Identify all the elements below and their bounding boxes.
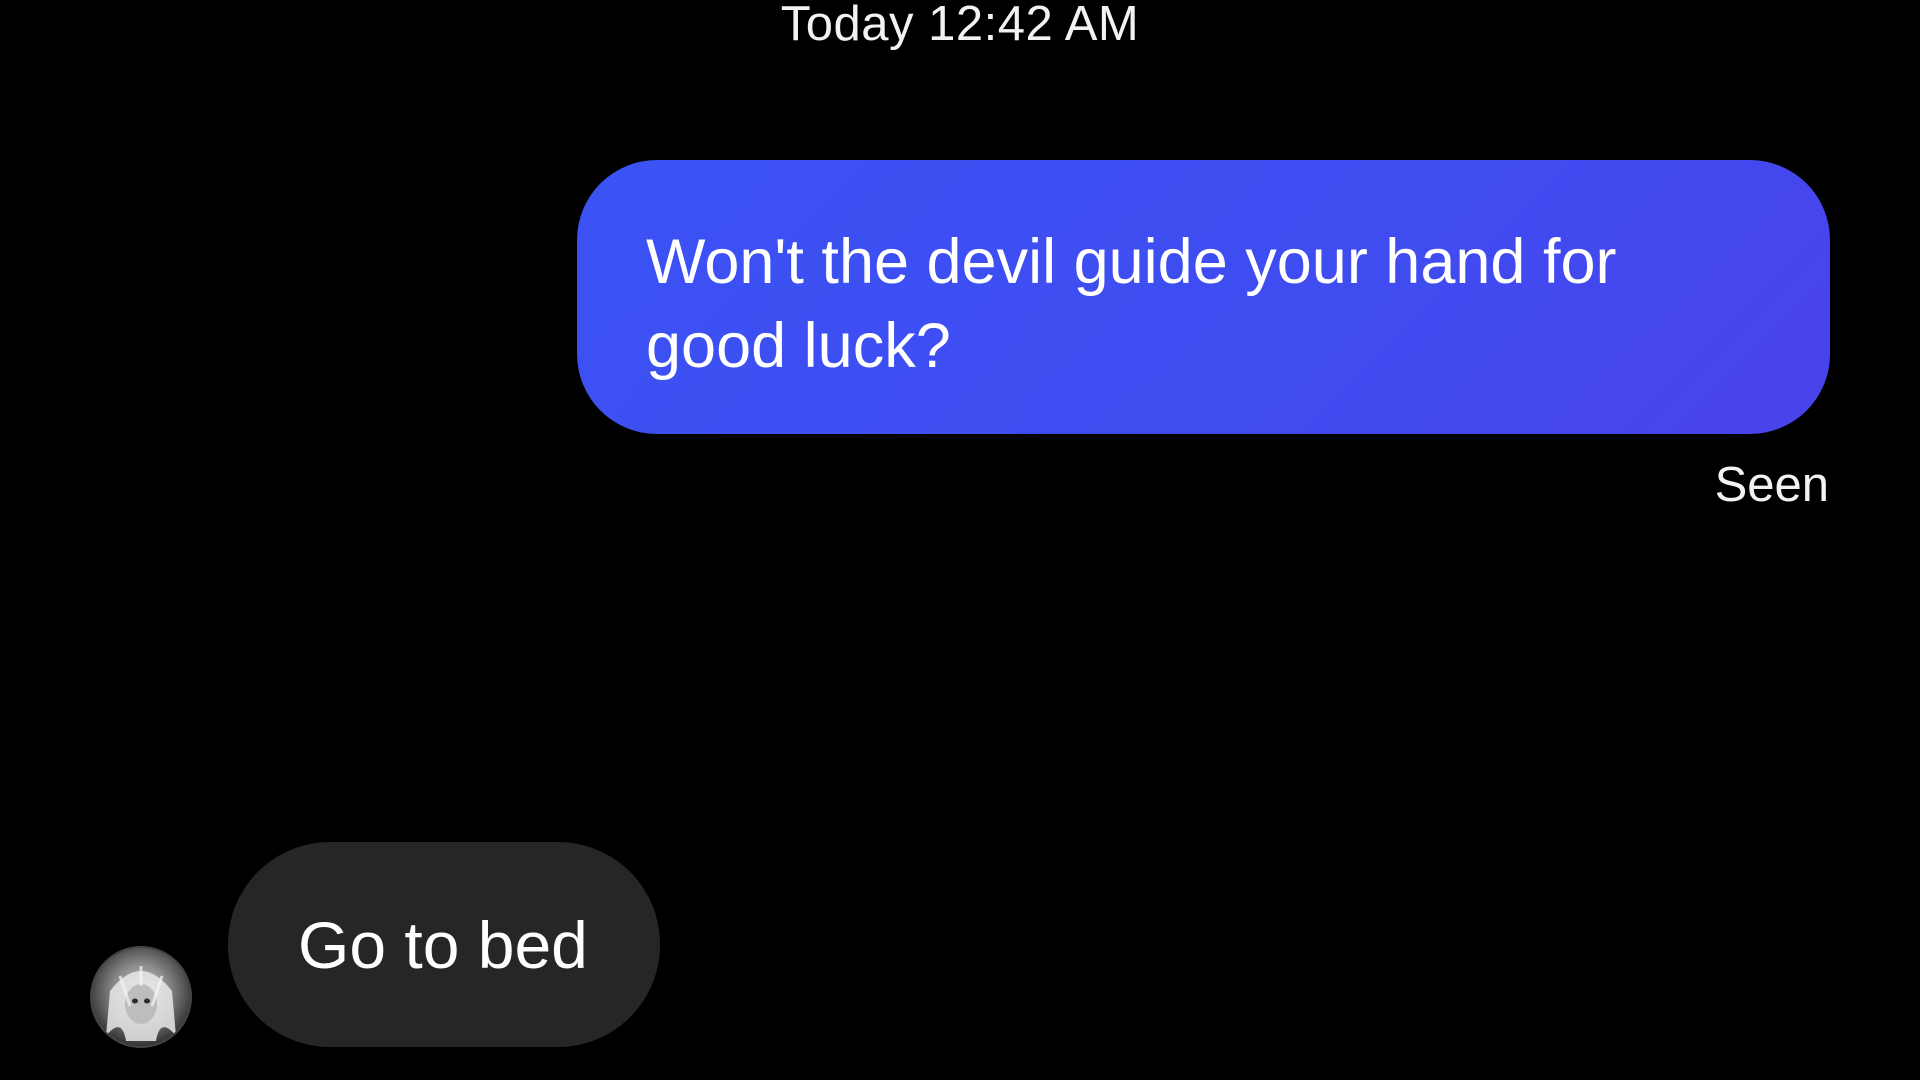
sent-message-text: Won't the devil guide your hand for good… [646,227,1617,381]
sent-message-bubble[interactable]: Won't the devil guide your hand for good… [577,160,1830,434]
avatar-image-icon [90,946,192,1048]
thread-timestamp: Today 12:42 AM [780,0,1140,51]
chat-thread: Today 12:42 AM Won't the devil guide you… [0,0,1920,1080]
received-message-bubble[interactable]: Go to bed [228,842,660,1047]
read-receipt: Seen [1714,458,1829,512]
contact-avatar[interactable] [90,946,192,1048]
received-message-text: Go to bed [298,907,588,982]
